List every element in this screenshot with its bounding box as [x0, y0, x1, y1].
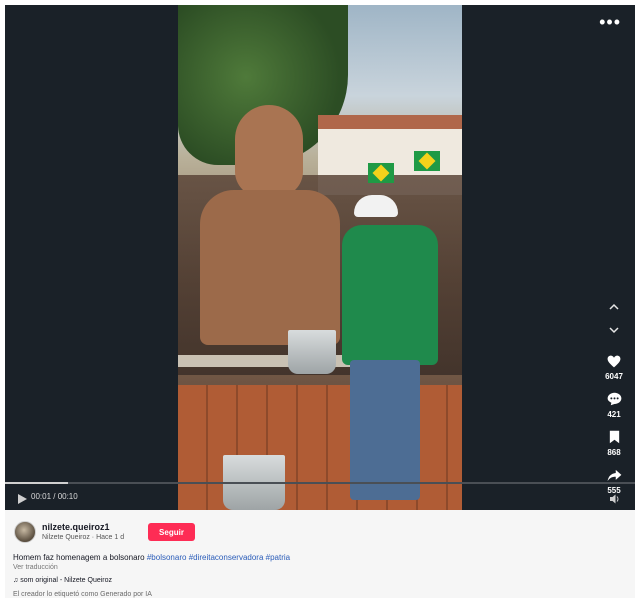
hashtag-link[interactable]: #patria	[266, 553, 290, 562]
video-post-frame: ••• 6047 421 868 555 00:01 / 00:10 nilze…	[5, 5, 635, 598]
jeans-shape	[350, 360, 420, 500]
progress-bar[interactable]	[5, 482, 635, 484]
ai-generated-label: El creador lo etiquetó como Generado por…	[13, 591, 152, 598]
avatar[interactable]	[14, 521, 36, 543]
bucket-shape	[288, 330, 336, 374]
shirt-shape	[342, 225, 438, 365]
comment-button[interactable]: 421	[599, 391, 629, 419]
comment-count: 421	[607, 410, 621, 419]
progress-fill	[5, 482, 68, 484]
translate-link[interactable]: Ver traducción	[13, 564, 58, 571]
author-meta: Nilzete Queiroz · Hace 1 d	[42, 534, 124, 541]
bust-body-shape	[200, 190, 340, 345]
cap-shape	[354, 195, 398, 217]
comment-icon	[606, 391, 622, 407]
chevron-up-icon	[609, 303, 619, 310]
clay-bust-shape	[200, 105, 340, 345]
username-link[interactable]: nilzete.queiroz1	[42, 522, 110, 532]
share-icon	[606, 467, 622, 483]
heart-icon	[606, 353, 622, 369]
video-player[interactable]: ••• 6047 421 868 555 00:01 / 00:10	[5, 5, 635, 510]
previous-video-button[interactable]	[599, 300, 629, 320]
save-button[interactable]: 868	[599, 429, 629, 457]
next-video-button[interactable]	[599, 323, 629, 343]
sculptor-shape	[338, 195, 438, 505]
flag-shape	[368, 163, 394, 183]
hashtag-link[interactable]: #direitaconservadora	[189, 553, 264, 562]
video-frame[interactable]	[178, 5, 462, 510]
playback-controls: 00:01 / 00:10	[5, 482, 635, 510]
save-count: 868	[607, 448, 621, 457]
post-info: nilzete.queiroz1 Nilzete Queiroz · Hace …	[5, 510, 635, 598]
action-bar: 6047 421 868 555	[599, 300, 629, 495]
bookmark-icon	[606, 429, 622, 445]
speaker-icon	[610, 494, 619, 504]
post-caption: Homem faz homenagem a bolsonaro #bolsona…	[13, 553, 290, 562]
follow-button[interactable]: Seguir	[148, 523, 195, 541]
sound-link[interactable]: ♫ som original - Nilzete Queiroz	[13, 577, 112, 584]
more-options-button[interactable]: •••	[599, 13, 621, 31]
like-button[interactable]: 6047	[599, 353, 629, 381]
hashtag-link[interactable]: #bolsonaro	[147, 553, 187, 562]
display-name: Nilzete Queiroz	[42, 534, 90, 541]
posted-time: Hace 1 d	[96, 534, 125, 541]
volume-button[interactable]	[609, 492, 621, 504]
play-icon[interactable]	[17, 494, 27, 504]
chevron-down-icon	[609, 327, 619, 334]
time-display: 00:01 / 00:10	[31, 492, 78, 501]
ellipsis-icon: •••	[599, 12, 621, 32]
like-count: 6047	[605, 372, 623, 381]
flag-shape	[414, 151, 440, 171]
caption-text: Homem faz homenagem a bolsonaro	[13, 553, 147, 562]
sound-label: som original - Nilzete Queiroz	[20, 577, 113, 584]
bust-head-shape	[235, 105, 303, 197]
